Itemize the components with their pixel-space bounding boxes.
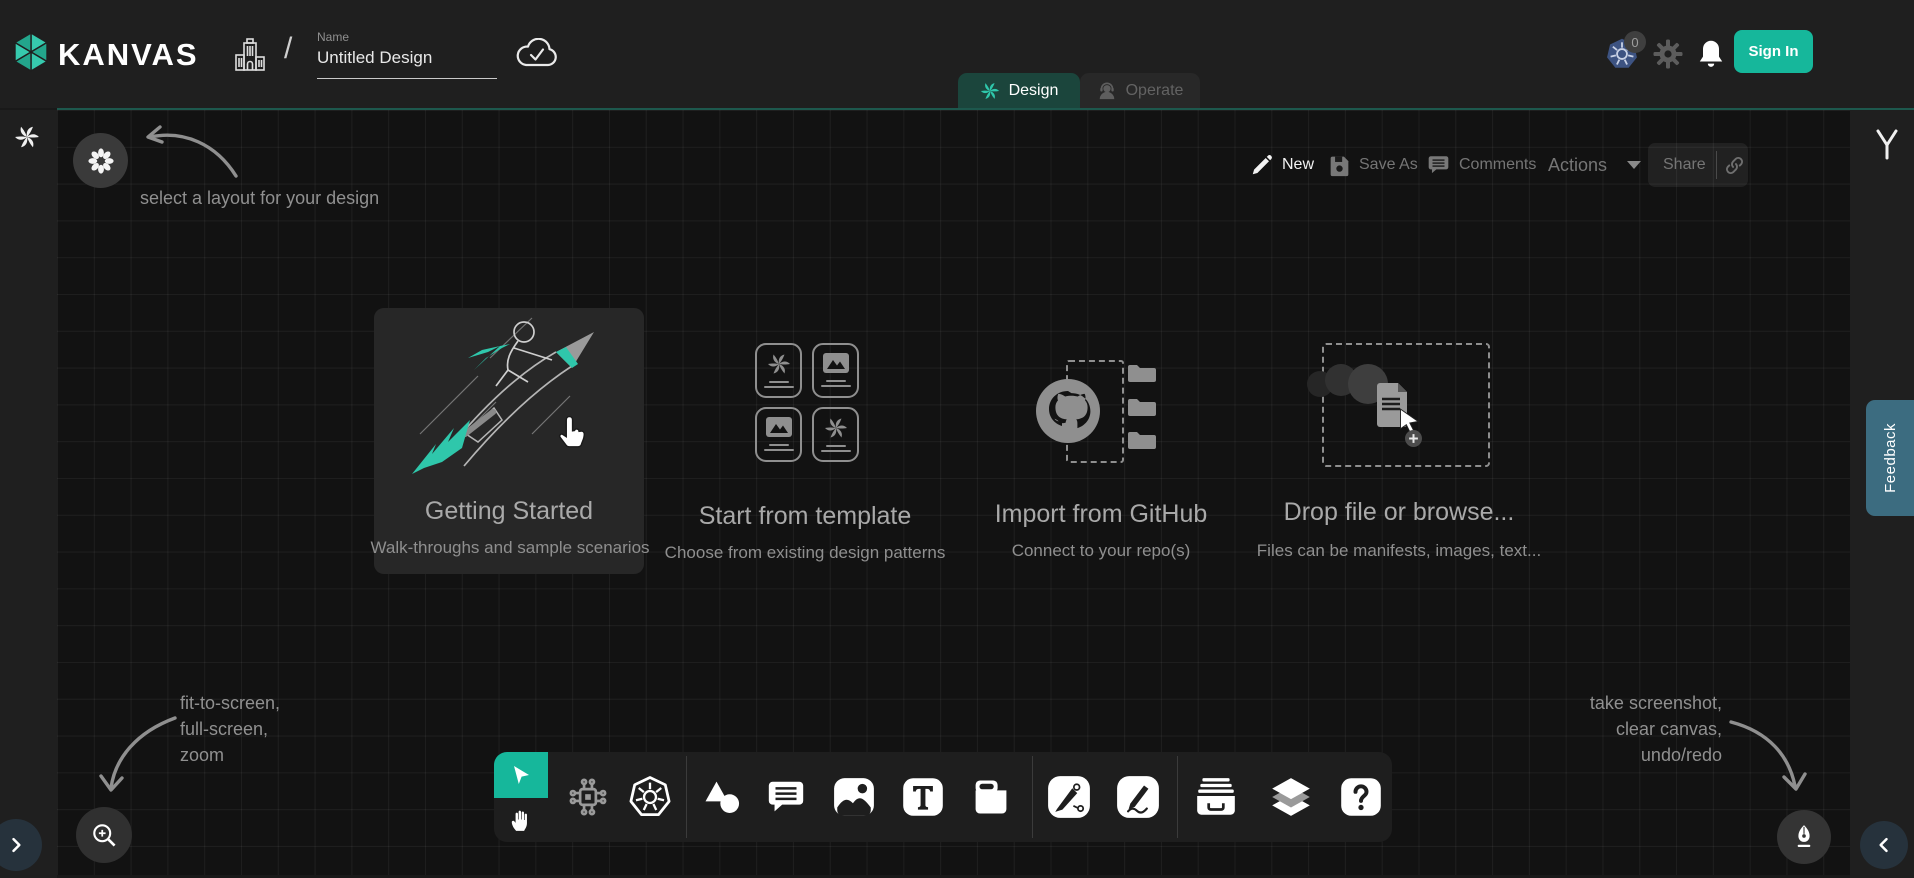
pen-nib-icon bbox=[1790, 822, 1818, 852]
select-tool-button[interactable] bbox=[494, 752, 548, 798]
github-octocat-icon bbox=[1033, 376, 1103, 451]
feedback-label: Feedback bbox=[1882, 423, 1899, 493]
brand-name: KANVAS bbox=[58, 37, 199, 73]
kanvas-app: KANVAS / Name bbox=[0, 0, 1914, 878]
collapse-right-panel-button[interactable] bbox=[1860, 821, 1908, 869]
new-label: New bbox=[1282, 156, 1314, 174]
template-thumb-image bbox=[812, 343, 859, 398]
card-getting-started-subtitle: Walk-throughs and sample scenarios bbox=[360, 538, 660, 558]
add-plus-badge bbox=[1405, 430, 1422, 447]
layers-icon[interactable] bbox=[1268, 774, 1314, 820]
card-template-title: Start from template bbox=[670, 502, 940, 531]
left-rail bbox=[0, 110, 57, 878]
repo-folder-icon bbox=[1126, 397, 1158, 423]
save-as-label: Save As bbox=[1359, 156, 1418, 174]
repo-folder-icon bbox=[1126, 363, 1158, 389]
card-github-subtitle: Connect to your repo(s) bbox=[951, 541, 1251, 561]
zoom-in-icon bbox=[89, 820, 119, 850]
actions-caret-icon bbox=[1627, 161, 1641, 169]
pan-tool-button[interactable] bbox=[494, 798, 548, 842]
tab-operate[interactable]: Operate bbox=[1080, 73, 1200, 108]
repo-folder-icon bbox=[1126, 430, 1158, 456]
tab-operate-label: Operate bbox=[1126, 82, 1184, 100]
layout-hint-arrow bbox=[132, 112, 242, 184]
organization-icon[interactable] bbox=[232, 36, 268, 79]
settings-gear-icon[interactable] bbox=[1652, 38, 1684, 75]
save-as-button[interactable]: Save As bbox=[1328, 144, 1418, 186]
comments-label: Comments bbox=[1459, 156, 1536, 174]
sign-in-button[interactable]: Sign In bbox=[1734, 30, 1813, 73]
pen-tool-icon[interactable] bbox=[1046, 774, 1092, 820]
relationship-node-icon[interactable] bbox=[565, 774, 611, 820]
whiteboard-swirl-icon[interactable] bbox=[14, 124, 40, 155]
note-icon[interactable] bbox=[968, 774, 1014, 820]
save-as-floppy-icon bbox=[1328, 154, 1351, 177]
toolbar-divider bbox=[1177, 756, 1178, 838]
toolbar-divider bbox=[686, 756, 687, 838]
tab-design-label: Design bbox=[1009, 82, 1059, 100]
card-getting-started[interactable] bbox=[374, 308, 644, 574]
notifications-count-badge: 0 bbox=[1624, 31, 1646, 53]
rocket-sketch bbox=[404, 314, 616, 484]
card-drop-title: Drop file or browse... bbox=[1264, 498, 1534, 527]
new-pencil-icon bbox=[1250, 153, 1274, 177]
design-name-input[interactable] bbox=[317, 46, 497, 79]
share-divider bbox=[1716, 151, 1717, 179]
template-thumb-swirl bbox=[755, 343, 802, 398]
design-swirl-icon bbox=[980, 81, 1000, 101]
share-button[interactable]: Share bbox=[1648, 143, 1748, 187]
hand-cursor-icon bbox=[552, 413, 590, 455]
comment-icon[interactable] bbox=[763, 774, 809, 820]
cloud-saved-icon bbox=[515, 38, 559, 75]
chevron-left-icon bbox=[1874, 835, 1894, 855]
shapes-icon[interactable] bbox=[699, 774, 745, 820]
zoom-button[interactable] bbox=[76, 807, 132, 863]
feedback-tab[interactable]: Feedback bbox=[1866, 400, 1914, 516]
text-icon[interactable] bbox=[900, 774, 946, 820]
zoom-hint-arrow bbox=[95, 708, 190, 806]
layout-flower-icon bbox=[87, 147, 115, 175]
card-start-from-template[interactable] bbox=[700, 320, 910, 580]
layout-picker-button[interactable] bbox=[73, 133, 128, 188]
help-icon[interactable] bbox=[1338, 774, 1384, 820]
pointer-tool-group bbox=[494, 752, 548, 842]
bottom-left-hint: fit-to-screen, full-screen, zoom bbox=[180, 690, 280, 768]
comments-button[interactable]: Comments bbox=[1426, 144, 1536, 186]
operate-headset-icon bbox=[1097, 81, 1117, 101]
template-thumb-swirl bbox=[812, 407, 859, 462]
card-getting-started-title: Getting Started bbox=[374, 497, 644, 526]
pen-hint-arrow bbox=[1725, 712, 1815, 802]
drawer-icon[interactable] bbox=[1193, 774, 1239, 820]
share-link-icon bbox=[1724, 155, 1745, 176]
actions-label: Actions bbox=[1548, 155, 1607, 176]
bottom-right-hint: take screenshot, clear canvas, undo/redo bbox=[1540, 690, 1722, 768]
notifications-bell-icon[interactable] bbox=[1696, 37, 1726, 74]
toolbar-divider bbox=[1032, 756, 1033, 838]
app-header: KANVAS / Name bbox=[0, 0, 1914, 108]
new-button[interactable]: New bbox=[1250, 144, 1314, 186]
template-thumb-image bbox=[755, 407, 802, 462]
comments-bubble-icon bbox=[1426, 153, 1451, 177]
card-github-title: Import from GitHub bbox=[966, 500, 1236, 529]
chevron-right-icon bbox=[6, 835, 26, 855]
share-label: Share bbox=[1663, 156, 1706, 174]
breadcrumb-separator: / bbox=[284, 32, 292, 66]
actions-dropdown[interactable]: Actions bbox=[1548, 144, 1641, 186]
card-template-subtitle: Choose from existing design patterns bbox=[655, 543, 955, 563]
select-arrow-icon bbox=[509, 763, 533, 787]
kanvas-logo-icon[interactable] bbox=[12, 31, 50, 73]
pencil-sketch-icon[interactable] bbox=[1115, 774, 1161, 820]
pan-hand-icon bbox=[508, 807, 534, 833]
card-drop-subtitle: Files can be manifests, images, text... bbox=[1249, 541, 1549, 561]
design-name-label: Name bbox=[317, 30, 349, 44]
draw-pen-button[interactable] bbox=[1777, 810, 1831, 864]
tab-design[interactable]: Design bbox=[958, 73, 1080, 108]
kubernetes-helm-icon[interactable] bbox=[627, 774, 673, 820]
y-tool-icon[interactable] bbox=[1874, 128, 1900, 167]
layout-hint-text: select a layout for your design bbox=[140, 185, 379, 211]
image-icon[interactable] bbox=[831, 774, 877, 820]
